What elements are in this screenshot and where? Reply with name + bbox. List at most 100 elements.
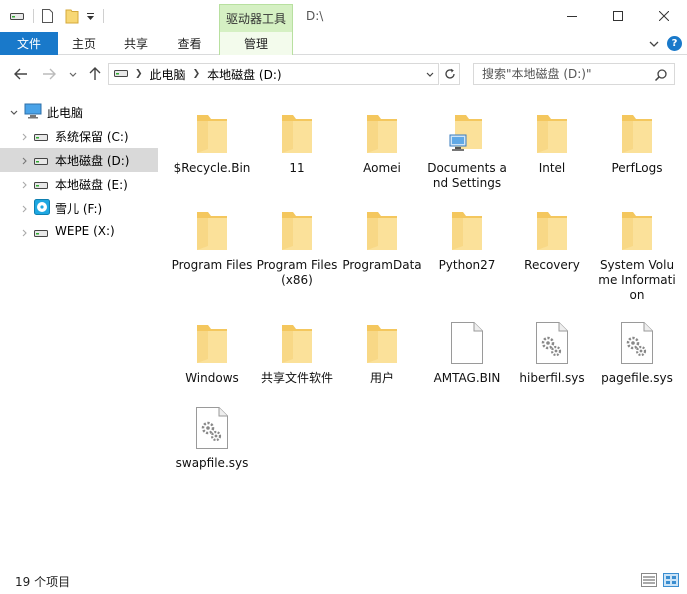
tree-collapse-chevron-icon[interactable] [9,107,19,117]
tree-label: 此电脑 [47,106,84,120]
search-box[interactable] [473,63,675,85]
tree-expand-chevron-icon[interactable] [20,155,30,165]
forward-arrow-icon[interactable] [40,66,58,82]
file-item[interactable]: ProgramData [340,197,424,273]
tree-item-drive-d[interactable]: 本地磁盘 (D:) [0,148,158,172]
file-item[interactable]: 11 [255,100,339,176]
file-item[interactable]: Python27 [425,197,509,273]
tree-label: 系统保留 (C:) [55,130,129,144]
drive-icon [114,67,128,81]
file-item[interactable]: 用户 [340,310,424,386]
properties-icon[interactable] [42,6,53,26]
blank-file-icon [443,317,491,365]
tree-expand-chevron-icon[interactable] [20,131,30,141]
maximize-button[interactable] [595,0,641,32]
file-item[interactable]: Intel [510,100,594,176]
up-arrow-icon[interactable] [86,65,104,83]
file-item[interactable]: hiberfil.sys [510,310,594,386]
folder-icon [358,317,406,365]
folder-icon [188,107,236,155]
folder-icon [188,317,236,365]
file-name: Aomei [363,161,401,175]
breadcrumb-this-pc[interactable]: 此电脑 [150,66,186,83]
file-item[interactable]: Recovery [510,197,594,273]
file-name: hiberfil.sys [519,371,585,385]
file-name: Recovery [524,258,580,272]
toolbar-divider [33,9,34,23]
file-name: Windows [185,371,239,385]
file-name: 共享文件软件 [260,371,333,385]
file-item[interactable]: $Recycle.Bin [170,100,254,176]
folder-shortcut-icon [443,107,491,155]
details-view-icon[interactable] [641,573,657,587]
tab-home[interactable]: 主页 [58,32,110,55]
file-item[interactable]: System Volume Information [595,197,679,303]
tree-item-drive-x[interactable]: WEPE (X:) [0,220,158,244]
file-item[interactable]: pagefile.sys [595,310,679,386]
search-icon[interactable] [654,68,668,82]
tree-expand-chevron-icon[interactable] [20,179,30,189]
tree-item-drive-e[interactable]: 本地磁盘 (E:) [0,172,158,196]
file-item[interactable]: PerfLogs [595,100,679,176]
hard-drive-icon [34,227,48,241]
file-name: Program Files [171,258,253,272]
search-input[interactable] [482,67,652,81]
tree-item-drive-c[interactable]: 系统保留 (C:) [0,124,158,148]
title-bar: 驱动器工具 D:\ [0,0,687,32]
breadcrumb-chevron-icon[interactable]: ❯ [193,69,201,79]
new-folder-icon[interactable] [65,6,79,26]
file-item[interactable]: 共享文件软件 [255,310,339,386]
close-button[interactable] [641,0,687,32]
recent-locations-chevron-icon[interactable] [68,69,78,79]
tree-expand-chevron-icon[interactable] [20,227,30,237]
address-dropdown-chevron-icon[interactable] [425,69,435,79]
file-name: $Recycle.Bin [173,161,251,175]
expand-ribbon-chevron-icon[interactable] [647,37,661,51]
file-name: 用户 [369,371,394,385]
hard-drive-icon [34,155,48,169]
tree-label: 本地磁盘 (D:) [55,154,130,168]
computer-icon [24,103,42,122]
hard-drive-icon [34,131,48,145]
hard-drive-icon [34,179,48,193]
toolbar-divider [103,9,104,23]
file-name: AMTAG.BIN [433,371,501,385]
address-bar[interactable]: ❯ 此电脑 ❯ 本地磁盘 (D:) [108,63,439,85]
file-name: System Volume Information [598,258,676,302]
customize-toolbar-icon[interactable] [86,6,95,26]
file-item[interactable]: AMTAG.BIN [425,310,509,386]
file-item[interactable]: swapfile.sys [170,395,254,471]
tree-item-this-pc[interactable]: 此电脑 [0,100,158,124]
help-icon[interactable]: ? [667,36,682,51]
file-name: Program Files (x86) [256,258,338,287]
large-icons-view-icon[interactable] [663,573,679,587]
back-arrow-icon[interactable] [12,66,30,82]
folder-icon [358,204,406,252]
tree-item-drive-f[interactable]: 雪儿 (F:) [0,196,158,220]
refresh-button[interactable] [440,63,460,85]
file-item[interactable]: Documents and Settings [425,100,509,191]
navigation-pane: 此电脑 系统保留 (C:) 本地磁盘 (D:) 本地磁盘 (E:) 雪儿 (F:… [0,92,158,562]
breadcrumb-local-disk-d[interactable]: 本地磁盘 (D:) [207,66,281,83]
tab-file[interactable]: 文件 [0,32,58,55]
breadcrumb-chevron-icon[interactable]: ❯ [135,69,143,79]
file-name: Intel [538,161,566,175]
navigation-bar: ❯ 此电脑 ❯ 本地磁盘 (D:) [0,56,687,92]
file-name: PerfLogs [611,161,663,175]
file-item[interactable]: Aomei [340,100,424,176]
tree-label: 本地磁盘 (E:) [55,178,128,192]
close-icon [659,11,669,21]
drive-tools-context-tab: 驱动器工具 [219,4,293,32]
tab-view[interactable]: 查看 [162,32,217,55]
tab-share[interactable]: 共享 [110,32,162,55]
tree-expand-chevron-icon[interactable] [20,203,30,213]
status-bar: 19 个项目 [0,566,687,594]
tab-manage[interactable]: 管理 [219,32,293,55]
file-item[interactable]: Program Files (x86) [255,197,339,288]
file-item[interactable]: Program Files [170,197,254,273]
drive-icon[interactable] [10,6,24,26]
file-name: Python27 [438,258,496,272]
file-item[interactable]: Windows [170,310,254,386]
file-list: $Recycle.Bin 11 Aomei Documents and Setting… [158,92,687,562]
minimize-button[interactable] [549,0,595,32]
